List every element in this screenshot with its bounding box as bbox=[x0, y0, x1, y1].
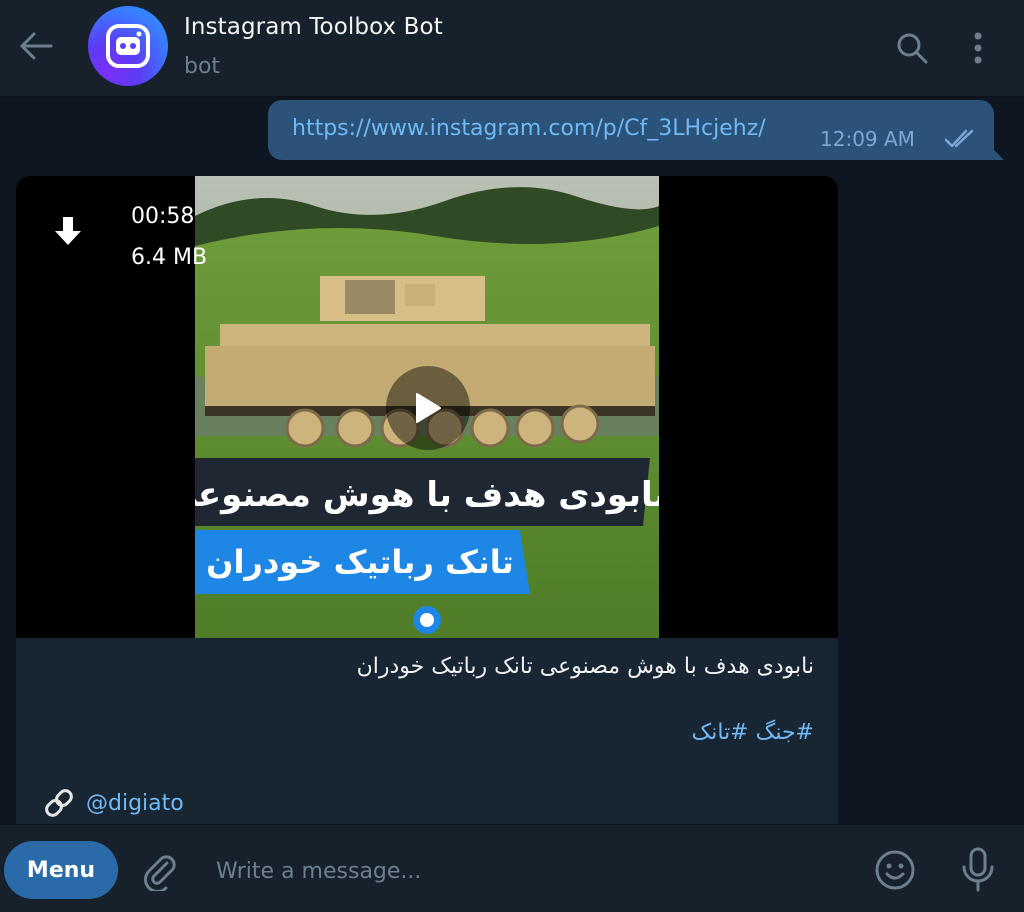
video-duration: 00:58 bbox=[131, 204, 195, 229]
smiley-icon bbox=[875, 850, 915, 890]
overlay-text-line1: نابودی هدف با هوش مصنوعی bbox=[195, 475, 659, 515]
avatar[interactable] bbox=[88, 6, 168, 86]
attach-button[interactable] bbox=[136, 847, 184, 895]
download-button[interactable] bbox=[50, 212, 86, 252]
video-size: 6.4 MB bbox=[131, 245, 208, 270]
search-icon bbox=[897, 33, 928, 64]
paperclip-icon bbox=[144, 855, 176, 891]
arrow-left-icon bbox=[20, 32, 53, 60]
video-player[interactable]: نابودی هدف با هوش مصنوعی تانک رباتیک خود… bbox=[16, 176, 838, 638]
instagram-bot-icon bbox=[106, 24, 150, 68]
hashtag-link[interactable]: #تانک bbox=[692, 720, 749, 745]
video-info: 00:58 6.4 MB bbox=[131, 196, 207, 278]
chat-title[interactable]: Instagram Toolbox Bot bbox=[184, 14, 443, 40]
message-input[interactable] bbox=[216, 851, 836, 891]
chat-header: Instagram Toolbox Bot bot bbox=[0, 0, 1024, 97]
hashtags: #جنگ #تانک bbox=[692, 720, 814, 745]
more-options-button[interactable] bbox=[958, 28, 998, 68]
download-arrow-icon bbox=[55, 217, 81, 245]
emoji-button[interactable] bbox=[872, 847, 918, 893]
message-composer: Menu bbox=[0, 824, 1024, 912]
message-time: 12:09 AM bbox=[820, 127, 915, 151]
double-check-icon bbox=[944, 129, 974, 148]
via-username[interactable]: @digiato bbox=[86, 791, 184, 816]
microphone-icon bbox=[962, 847, 994, 892]
outgoing-message: https://www.instagram.com/p/Cf_3LHcjehz/… bbox=[268, 100, 994, 160]
message-caption: نابودی هدف با هوش مصنوعی تانک رباتیک خود… bbox=[356, 654, 814, 679]
hashtag-link[interactable]: #جنگ bbox=[756, 720, 814, 745]
chat-subtitle: bot bbox=[184, 54, 221, 79]
message-tail bbox=[988, 144, 1004, 160]
incoming-message: نابودی هدف با هوش مصنوعی تانک رباتیک خود… bbox=[16, 176, 838, 826]
play-button[interactable] bbox=[386, 366, 470, 450]
more-vertical-icon bbox=[974, 32, 982, 64]
microphone-button[interactable] bbox=[956, 845, 1000, 895]
play-icon bbox=[416, 393, 441, 423]
overlay-text-line2: تانک رباتیک خودران bbox=[206, 543, 514, 581]
via-link[interactable]: @digiato bbox=[42, 786, 184, 820]
message-link[interactable]: https://www.instagram.com/p/Cf_3LHcjehz/ bbox=[292, 116, 766, 141]
back-button[interactable] bbox=[16, 26, 56, 66]
search-button[interactable] bbox=[892, 28, 932, 68]
link-icon bbox=[45, 789, 73, 817]
menu-button[interactable]: Menu bbox=[4, 841, 118, 899]
